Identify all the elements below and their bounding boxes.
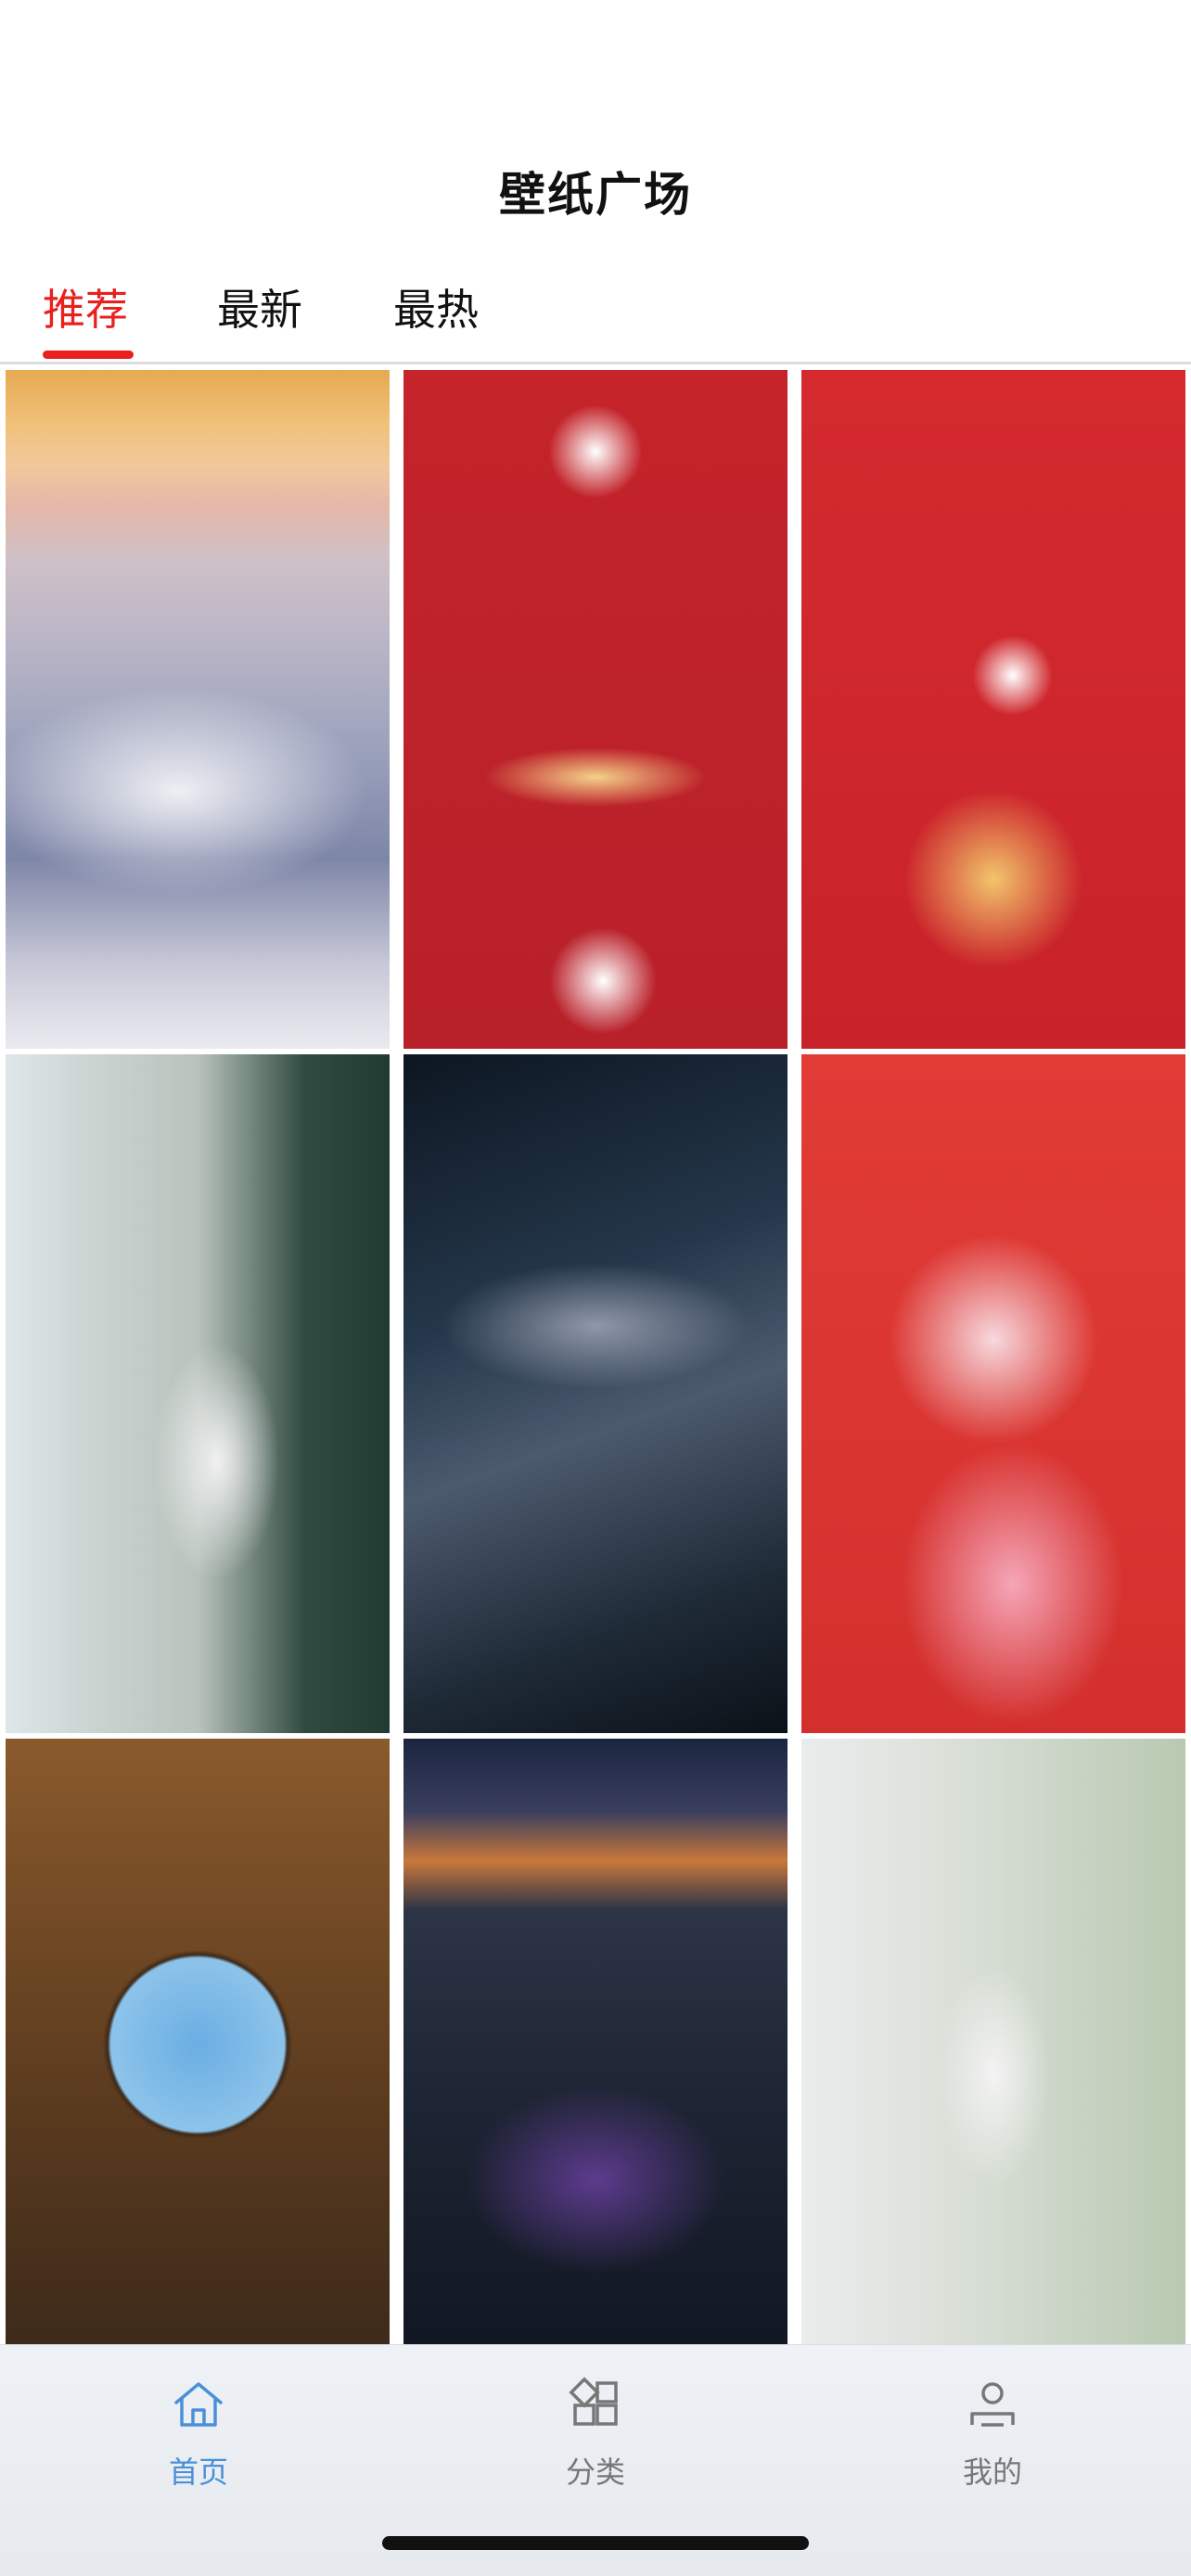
profile-icon (970, 2382, 1015, 2427)
tabbar-item-profile[interactable]: 我的 (794, 2345, 1191, 2503)
tabbar-item-category[interactable]: 分类 (397, 2345, 794, 2503)
page-title: 壁纸广场 (499, 168, 692, 222)
wallpaper-image (403, 1739, 788, 2344)
wallpaper-card[interactable] (6, 370, 390, 1049)
wallpaper-image (6, 1739, 390, 2344)
wallpaper-image (801, 1739, 1185, 2344)
tab-latest[interactable]: 最新 (217, 276, 302, 338)
page-header: 壁纸广场 (0, 0, 1191, 250)
wallpaper-grid (0, 368, 1191, 2344)
wallpaper-image (403, 370, 788, 1049)
wallpaper-card[interactable] (403, 370, 788, 1049)
wallpaper-image (6, 370, 390, 1049)
wallpaper-image (801, 370, 1185, 1049)
tab-recommended[interactable]: 推荐 (43, 276, 128, 338)
active-tab-indicator (43, 351, 134, 359)
category-tabs: 推荐 最新 最热 (0, 250, 1191, 363)
wallpaper-image (801, 1054, 1185, 1733)
tabs-divider (0, 362, 1191, 364)
tabbar-label: 我的 (962, 2455, 1022, 2490)
tab-hottest[interactable]: 最热 (393, 276, 479, 338)
wallpaper-card[interactable] (801, 1739, 1185, 2344)
wallpaper-card[interactable] (403, 1054, 788, 1733)
wallpaper-image (6, 1054, 390, 1733)
wallpaper-card[interactable] (403, 1739, 788, 2344)
tabbar-item-home[interactable]: 首页 (0, 2345, 397, 2503)
wallpaper-card[interactable] (6, 1054, 390, 1733)
wallpaper-image (403, 1054, 788, 1733)
tabbar-label: 首页 (168, 2455, 228, 2490)
category-grid-icon (569, 2377, 618, 2426)
wallpaper-card[interactable] (801, 370, 1185, 1049)
home-icon (174, 2382, 223, 2427)
home-indicator (382, 2536, 809, 2550)
wallpaper-card[interactable] (6, 1739, 390, 2344)
wallpaper-card[interactable] (801, 1054, 1185, 1733)
tabbar-label: 分类 (565, 2455, 625, 2490)
